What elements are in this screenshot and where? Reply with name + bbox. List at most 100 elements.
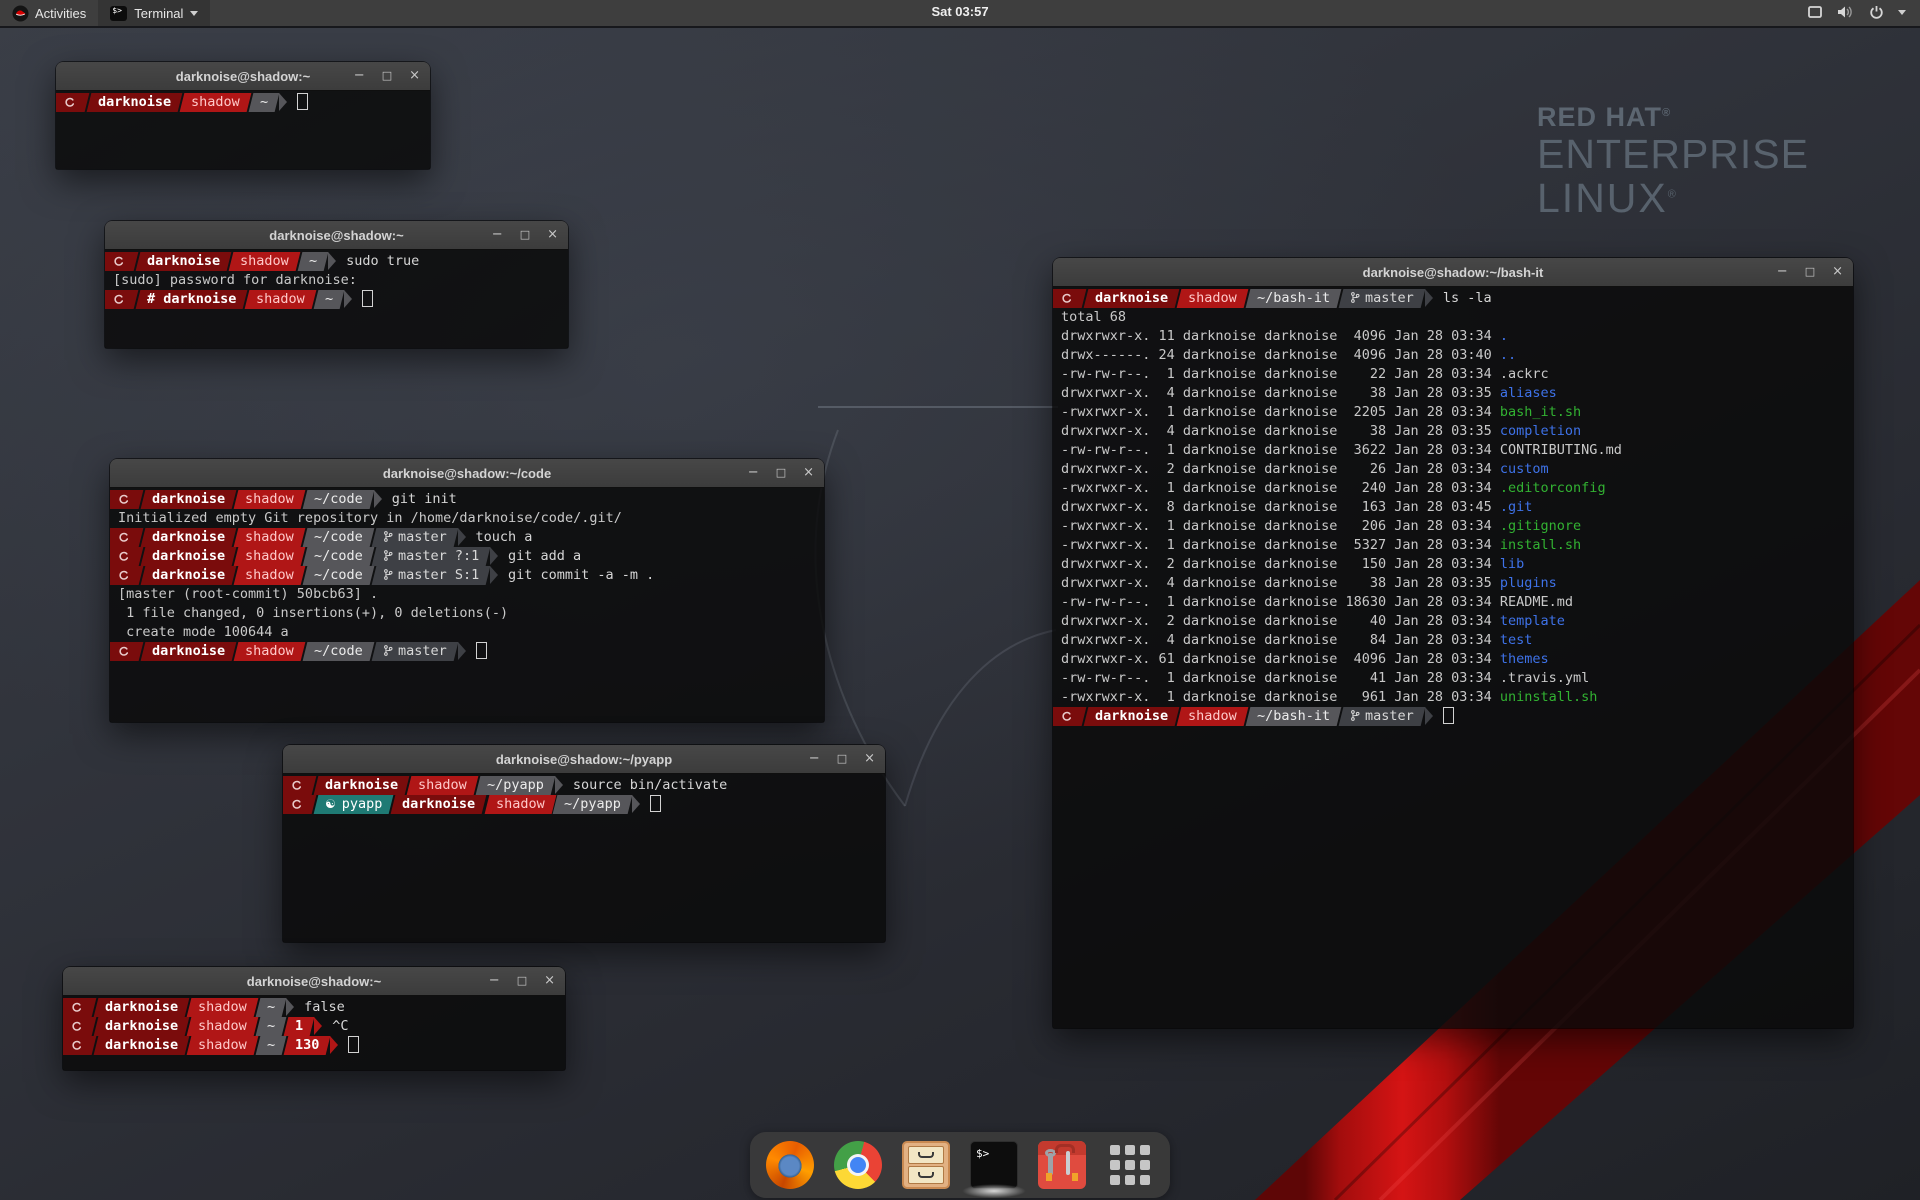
prompt-line: darknoiseshadow~false xyxy=(63,998,565,1017)
prompt-segment-user: darknoise xyxy=(141,490,237,509)
window-titlebar[interactable]: darknoise@shadow:~/bash-it−□× xyxy=(1053,258,1853,287)
ls-row-meta: -rw-rw-r--. 1 darknoise darknoise 41 Jan… xyxy=(1061,670,1500,686)
ls-row-filename: install.sh xyxy=(1500,537,1581,553)
terminal-screen[interactable]: darknoiseshadow~falsedarknoiseshadow~1^C… xyxy=(63,995,565,1070)
prompt-line: ☯pyappdarknoiseshadow~/pyapp xyxy=(283,795,885,814)
prompt-arrow xyxy=(1425,707,1433,725)
output-line: create mode 100644 a xyxy=(110,623,824,642)
terminal-cursor xyxy=(362,290,373,307)
maximize-button[interactable]: □ xyxy=(382,62,392,90)
prompt-segment-host: shadow xyxy=(1177,289,1249,308)
drawer-top xyxy=(908,1146,944,1164)
maximize-button[interactable]: □ xyxy=(776,459,786,487)
terminal-screen[interactable]: darknoiseshadow~ xyxy=(56,90,430,169)
dock-item-app-grid[interactable] xyxy=(1106,1141,1154,1189)
prompt-segment-host: shadow xyxy=(484,795,556,814)
maximize-button[interactable]: □ xyxy=(1805,258,1815,286)
minimize-button[interactable]: − xyxy=(748,459,759,487)
maximize-button[interactable]: □ xyxy=(517,967,527,995)
ls-row-meta: -rwxrwxr-x. 1 darknoise darknoise 206 Ja… xyxy=(1061,518,1500,534)
prompt-segment-path: ~ xyxy=(256,1036,287,1055)
distro-icon xyxy=(105,252,138,271)
output-line: [sudo] password for darknoise: xyxy=(105,271,568,290)
prompt-segment-user: darknoise xyxy=(141,547,237,566)
ls-row: -rwxrwxr-x. 1 darknoise darknoise 240 Ja… xyxy=(1053,479,1853,498)
minimize-button[interactable]: − xyxy=(489,967,500,995)
clock[interactable]: Sat 03:57 xyxy=(931,0,988,24)
ls-row-meta: drwxrwxr-x. 2 darknoise darknoise 26 Jan… xyxy=(1061,461,1500,477)
distro-icon xyxy=(63,1017,96,1036)
window-titlebar[interactable]: darknoise@shadow:~−□× xyxy=(63,967,565,996)
prompt-line: darknoiseshadow~/codemaster xyxy=(110,642,824,661)
prompt-segment-user: darknoise xyxy=(391,795,487,814)
prompt-arrow xyxy=(632,795,640,813)
prompt-segment-path: ~ xyxy=(256,1017,287,1036)
command-text: touch a xyxy=(476,529,533,545)
system-status-area[interactable] xyxy=(1801,0,1912,24)
dock-item-files[interactable] xyxy=(902,1141,950,1189)
close-button[interactable]: × xyxy=(803,459,814,487)
ls-row-filename: themes xyxy=(1500,651,1549,667)
dock-item-toolbox[interactable] xyxy=(1038,1141,1086,1189)
prompt-segment-path: ~/code xyxy=(303,642,375,661)
close-button[interactable]: × xyxy=(547,221,558,249)
terminal-screen[interactable]: darknoiseshadow~/codegit initInitialized… xyxy=(110,487,824,722)
screen-icon xyxy=(1807,5,1823,19)
close-button[interactable]: × xyxy=(1832,258,1843,286)
window-titlebar[interactable]: darknoise@shadow:~−□× xyxy=(56,62,430,91)
ls-row: drwx------. 24 darknoise darknoise 4096 … xyxy=(1053,346,1853,365)
terminal-window: darknoise@shadow:~/pyapp−□×darknoiseshad… xyxy=(283,745,885,942)
app-menu-button[interactable]: $> Terminal xyxy=(98,0,210,26)
window-controls: −□ × xyxy=(492,221,558,249)
dock-item-chrome[interactable] xyxy=(834,1141,882,1189)
terminal-window: darknoise@shadow:~/code−□×darknoiseshado… xyxy=(110,459,824,722)
minimize-button[interactable]: − xyxy=(492,221,503,249)
terminal-screen[interactable]: darknoiseshadow~/pyappsource bin/activat… xyxy=(283,773,885,942)
ls-row-meta: drwxrwxr-x. 61 darknoise darknoise 4096 … xyxy=(1061,651,1500,667)
prompt-segment-user: darknoise xyxy=(314,776,410,795)
command-text: sudo true xyxy=(346,253,419,269)
ls-row: -rwxrwxr-x. 1 darknoise darknoise 5327 J… xyxy=(1053,536,1853,555)
dock-item-terminal[interactable]: $> xyxy=(970,1141,1018,1189)
window-titlebar[interactable]: darknoise@shadow:~/code −□ × xyxy=(110,459,824,488)
close-button[interactable]: × xyxy=(864,745,875,773)
prompt-segment-git: master xyxy=(371,642,458,661)
output-line: total 68 xyxy=(1053,308,1853,327)
window-titlebar[interactable]: darknoise@shadow:~−□× xyxy=(105,221,568,250)
caret-down-icon xyxy=(1898,10,1906,15)
prompt-segment-path: ~ xyxy=(256,998,287,1017)
window-titlebar[interactable]: darknoise@shadow:~/pyapp−□× xyxy=(283,745,885,774)
maximize-button[interactable]: □ xyxy=(520,221,530,249)
close-button[interactable]: × xyxy=(409,62,420,90)
minimize-button[interactable]: − xyxy=(809,745,820,773)
distro-icon xyxy=(1053,707,1086,726)
minimize-button[interactable]: − xyxy=(1777,258,1788,286)
prompt-segment-user: darknoise xyxy=(94,998,190,1017)
top-bar: Activities $> Terminal Sat 03:57 xyxy=(0,0,1920,28)
ls-row-filename: aliases xyxy=(1500,385,1557,401)
volume-icon xyxy=(1837,5,1855,19)
dock-item-firefox[interactable] xyxy=(766,1141,814,1189)
maximize-button[interactable]: □ xyxy=(837,745,847,773)
terminal-cursor xyxy=(476,642,487,659)
window-title: darknoise@shadow:~/code xyxy=(383,466,551,481)
ls-row-filename: bash_it.sh xyxy=(1500,404,1581,420)
terminal-cursor xyxy=(348,1036,359,1053)
terminal-screen[interactable]: darknoiseshadow~sudo true[sudo] password… xyxy=(105,249,568,348)
prompt-line: darknoiseshadow~130 xyxy=(63,1036,565,1055)
minimize-button[interactable]: − xyxy=(354,62,365,90)
app-grid-icon xyxy=(1106,1141,1154,1189)
ls-row: -rw-rw-r--. 1 darknoise darknoise 22 Jan… xyxy=(1053,365,1853,384)
prompt-arrow xyxy=(555,776,563,794)
ls-row-filename: completion xyxy=(1500,423,1581,439)
activities-button[interactable]: Activities xyxy=(0,0,98,26)
terminal-screen[interactable]: darknoiseshadow~/bash-itmasterls -latota… xyxy=(1053,286,1853,1028)
ls-row: -rw-rw-r--. 1 darknoise darknoise 41 Jan… xyxy=(1053,669,1853,688)
prompt-segment-path: ~/code xyxy=(303,528,375,547)
prompt-arrow xyxy=(314,1017,322,1035)
close-button[interactable]: × xyxy=(544,967,555,995)
ls-row-filename: .travis.yml xyxy=(1500,670,1589,686)
distro-icon xyxy=(105,290,138,309)
prompt-segment-path: ~ xyxy=(314,290,345,309)
prompt-segment-path: ~ xyxy=(249,93,280,112)
